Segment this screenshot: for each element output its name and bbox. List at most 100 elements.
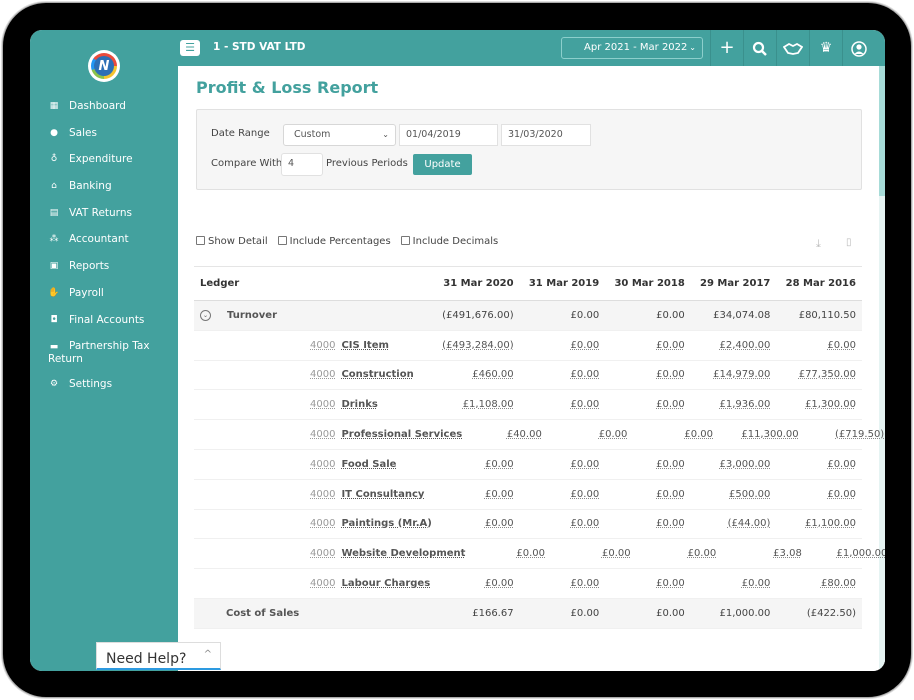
sidebar-item-vat-returns[interactable]: ▤ VAT Returns xyxy=(30,203,178,230)
ledger-account-link[interactable]: IT Consultancy xyxy=(341,489,424,500)
sidebar-item-accountant[interactable]: ⁂ Accountant xyxy=(30,229,178,256)
amount-link[interactable]: £0.00 xyxy=(656,459,685,470)
ledger-code[interactable]: 4000 xyxy=(310,489,335,500)
app-logo[interactable]: N xyxy=(88,50,120,82)
amount-link[interactable]: £0.00 xyxy=(742,578,771,589)
amount-link[interactable]: £80.00 xyxy=(821,578,856,589)
amount-link[interactable]: £0.00 xyxy=(571,578,600,589)
ledger-code[interactable]: 4000 xyxy=(310,578,335,589)
amount-link[interactable]: £3,000.00 xyxy=(719,459,770,470)
search-icon[interactable] xyxy=(743,30,776,66)
sidebar-item-payroll[interactable]: ✋ Payroll xyxy=(30,283,178,310)
ledger-account-link[interactable]: Construction xyxy=(341,369,413,380)
amount-link[interactable]: £0.00 xyxy=(485,578,514,589)
collapse-icon[interactable]: ⌄ xyxy=(200,309,211,321)
amount-link[interactable]: £2,400.00 xyxy=(719,340,770,351)
amount-link[interactable]: £1,100.00 xyxy=(805,518,856,529)
include-decimals-checkbox[interactable]: Include Decimals xyxy=(400,236,498,247)
amount-link[interactable]: (£719.50) xyxy=(835,429,884,440)
hmrc-crest-icon[interactable]: ♛ xyxy=(809,30,842,66)
update-button[interactable]: Update xyxy=(413,154,472,175)
amount-link[interactable]: £0.00 xyxy=(656,578,685,589)
menu-toggle-button[interactable]: ☰ xyxy=(180,40,200,56)
sidebar-item-settings[interactable]: ⚙ Settings xyxy=(30,374,178,401)
amount-link[interactable]: £0.00 xyxy=(656,369,685,380)
amount-link[interactable]: £0.00 xyxy=(688,548,717,559)
sidebar-item-dashboard[interactable]: ▦ Dashboard xyxy=(30,96,178,123)
date-from-input[interactable]: 01/04/2019 xyxy=(399,124,498,146)
amount-link[interactable]: £0.00 xyxy=(485,518,514,529)
ledger-code[interactable]: 4000 xyxy=(310,340,335,351)
ledger-code[interactable]: 4000 xyxy=(310,518,335,529)
ledger-account-link[interactable]: Food Sale xyxy=(341,459,396,470)
amount-link[interactable]: £0.00 xyxy=(485,459,514,470)
compare-periods-input[interactable]: 4 xyxy=(281,153,323,176)
amount-link[interactable]: £0.00 xyxy=(656,518,685,529)
amount-link[interactable]: £0.00 xyxy=(516,548,545,559)
amount-link[interactable]: (£44.00) xyxy=(728,518,771,529)
show-detail-checkbox[interactable]: Show Detail xyxy=(196,236,268,247)
ledger-account-link[interactable]: Website Development xyxy=(341,548,465,559)
ledger-code[interactable]: 4000 xyxy=(310,369,335,380)
bank-icon: ⌂ xyxy=(51,181,57,192)
amount-link[interactable]: £460.00 xyxy=(472,369,513,380)
amount-link[interactable]: £77,350.00 xyxy=(799,369,856,380)
amount-link[interactable]: £3.08 xyxy=(773,548,802,559)
amount-link[interactable]: £0.00 xyxy=(684,429,713,440)
amount-link[interactable]: £0.00 xyxy=(656,340,685,351)
table-row: 4000 Professional Services £40.00 £0.00 £0.0… xyxy=(194,420,884,450)
date-to-input[interactable]: 31/03/2020 xyxy=(501,124,591,146)
amount-link[interactable]: £1,000.00 xyxy=(837,548,886,559)
sidebar-item-banking[interactable]: ⌂ Banking xyxy=(30,176,178,203)
ledger-code[interactable]: 4000 xyxy=(310,548,335,559)
amount-link[interactable]: £0.00 xyxy=(656,399,685,410)
ledger-account-link[interactable]: Labour Charges xyxy=(341,578,430,589)
amount-link[interactable]: £1,936.00 xyxy=(719,399,770,410)
amount-link[interactable]: £1,108.00 xyxy=(463,399,514,410)
sidebar-item-partnership-tax-return[interactable]: ▬ Partnership Tax Return xyxy=(30,336,178,374)
plus-icon[interactable]: + xyxy=(710,30,743,66)
ledger-account-link[interactable]: Professional Services xyxy=(341,429,462,440)
sidebar-item-expenditure[interactable]: ♁ Expenditure xyxy=(30,149,178,176)
amount-link[interactable]: £0.00 xyxy=(485,489,514,500)
cost-of-sales-row[interactable]: Cost of Sales £166.67 £0.00 £0.00 £1,000… xyxy=(194,598,862,629)
pdf-icon[interactable]: ▯ xyxy=(846,237,852,248)
amount-link[interactable]: £0.00 xyxy=(571,399,600,410)
amount-link[interactable]: £0.00 xyxy=(827,340,856,351)
ledger-code[interactable]: 4000 xyxy=(310,399,335,410)
amount-link[interactable]: £0.00 xyxy=(571,459,600,470)
period-select[interactable]: Apr 2021 - Mar 2022 ⌄ xyxy=(561,37,703,59)
sidebar-item-sales[interactable]: ● Sales xyxy=(30,123,178,150)
pl-table: Ledger 31 Mar 2020 31 Mar 2019 30 Mar 20… xyxy=(194,266,885,629)
amount-link[interactable]: £0.00 xyxy=(656,489,685,500)
amount-link[interactable]: £0.00 xyxy=(599,429,628,440)
amount-link[interactable]: £11,300.00 xyxy=(741,429,798,440)
amount-link[interactable]: (£493,284.00) xyxy=(442,340,513,351)
amount-link[interactable]: £0.00 xyxy=(827,459,856,470)
ledger-account-link[interactable]: Paintings (Mr.A) xyxy=(341,518,431,529)
date-range-select[interactable]: Custom ⌄ xyxy=(283,124,396,146)
ledger-code[interactable]: 4000 xyxy=(310,459,335,470)
amount-link[interactable]: £0.00 xyxy=(571,340,600,351)
ledger-code[interactable]: 4000 xyxy=(310,429,335,440)
user-icon[interactable] xyxy=(842,30,875,66)
sidebar-item-reports[interactable]: ▣ Reports xyxy=(30,256,178,283)
include-percentages-checkbox[interactable]: Include Percentages xyxy=(277,236,391,247)
ledger-account-link[interactable]: CIS Item xyxy=(341,340,388,351)
amount-link[interactable]: £0.00 xyxy=(571,369,600,380)
scrollbar[interactable] xyxy=(879,66,885,671)
turnover-row[interactable]: ⌄ Turnover (£491,676.00) £0.00 £0.00 £34,… xyxy=(194,301,862,331)
amount-link[interactable]: £40.00 xyxy=(507,429,542,440)
ledger-account-link[interactable]: Drinks xyxy=(341,399,377,410)
need-help-widget[interactable]: Need Help? ^ xyxy=(96,642,221,670)
sidebar-item-final-accounts[interactable]: ◘ Final Accounts xyxy=(30,310,178,337)
amount-link[interactable]: £0.00 xyxy=(571,518,600,529)
amount-link[interactable]: £0.00 xyxy=(602,548,631,559)
amount-link[interactable]: £1,300.00 xyxy=(805,399,856,410)
amount-link[interactable]: £14,979.00 xyxy=(713,369,770,380)
download-icon[interactable]: ⤓ xyxy=(816,237,821,251)
amount-link[interactable]: £500.00 xyxy=(729,489,770,500)
amount-link[interactable]: £0.00 xyxy=(827,489,856,500)
handshake-icon[interactable] xyxy=(776,30,809,66)
amount-link[interactable]: £0.00 xyxy=(571,489,600,500)
